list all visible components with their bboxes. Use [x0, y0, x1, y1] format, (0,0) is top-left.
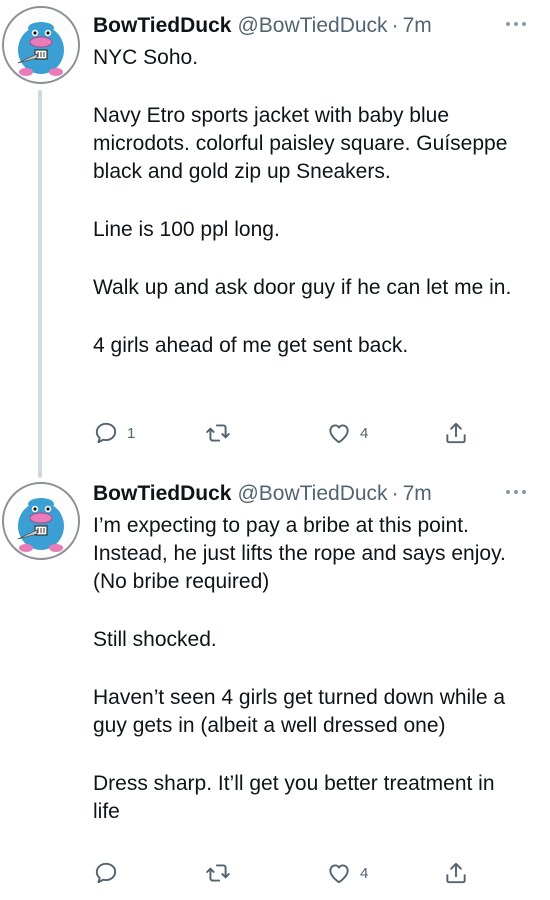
display-name[interactable]: BowTiedDuck — [93, 14, 231, 38]
share-upload-icon — [446, 862, 466, 884]
tweet-header: BowTiedDuck @BowTiedDuck · 7m — [93, 480, 530, 508]
heart-icon — [329, 864, 349, 884]
share-button[interactable] — [443, 418, 469, 448]
tweet-paragraph: Dress sharp. It’ll get you better treatm… — [93, 772, 501, 823]
reply-button[interactable] — [93, 858, 127, 888]
tweet[interactable]: BowTiedDuck @BowTiedDuck · 7m I’m expect… — [0, 470, 550, 900]
tweet-actions: 4 — [93, 858, 493, 888]
duck-avatar-icon — [17, 498, 64, 552]
share-button[interactable] — [443, 858, 469, 888]
duck-avatar-icon — [17, 22, 64, 76]
more-options-button[interactable] — [502, 482, 530, 502]
retweet-arrows-icon — [206, 864, 230, 882]
tweet-paragraph: I’m expecting to pay a bribe at this poi… — [93, 514, 512, 593]
tweet-header: BowTiedDuck @BowTiedDuck · 7m — [93, 12, 530, 40]
timestamp[interactable]: 7m — [403, 14, 432, 38]
retweet-button[interactable] — [205, 858, 239, 888]
tweet-paragraph: Still shocked. — [93, 628, 217, 651]
thread-connector-line — [38, 90, 42, 478]
tweet-text: I’m expecting to pay a bribe at this poi… — [93, 512, 526, 826]
more-horizontal-icon — [506, 22, 526, 26]
more-options-button[interactable] — [502, 14, 530, 34]
tweet-actions: 1 4 — [93, 418, 493, 448]
timestamp[interactable]: 7m — [403, 482, 432, 506]
like-button[interactable]: 4 — [326, 858, 368, 888]
user-handle[interactable]: @BowTiedDuck — [237, 482, 387, 506]
tweet-paragraph: Navy Etro sports jacket with baby blue m… — [93, 104, 514, 183]
heart-icon — [329, 424, 349, 444]
tweet-paragraph: NYC Soho. — [93, 46, 199, 69]
display-name[interactable]: BowTiedDuck — [93, 482, 231, 506]
reply-bubble-icon — [95, 422, 117, 444]
reply-count: 1 — [127, 424, 136, 442]
user-handle[interactable]: @BowTiedDuck — [237, 14, 387, 38]
reply-bubble-icon — [95, 862, 117, 884]
like-count: 4 — [360, 864, 369, 882]
like-button[interactable]: 4 — [326, 418, 368, 448]
tweet[interactable]: BowTiedDuck @BowTiedDuck · 7m NYC Soho. … — [0, 0, 550, 478]
tweet-paragraph: Line is 100 ppl long. — [93, 218, 280, 241]
avatar[interactable] — [2, 6, 80, 84]
more-horizontal-icon — [506, 490, 526, 494]
separator-dot: · — [391, 482, 399, 505]
tweet-text: NYC Soho. Navy Etro sports jacket with b… — [93, 44, 526, 360]
like-count: 4 — [360, 424, 369, 442]
separator-dot: · — [391, 14, 399, 37]
tweet-paragraph: Walk up and ask door guy if he can let m… — [93, 276, 512, 299]
tweet-paragraph: Haven’t seen 4 girls get turned down whi… — [93, 686, 511, 737]
retweet-button[interactable] — [205, 418, 239, 448]
avatar[interactable] — [2, 482, 80, 560]
share-upload-icon — [446, 422, 466, 444]
tweet-paragraph: 4 girls ahead of me get sent back. — [93, 334, 409, 357]
reply-button[interactable]: 1 — [93, 418, 135, 448]
retweet-arrows-icon — [206, 424, 230, 442]
